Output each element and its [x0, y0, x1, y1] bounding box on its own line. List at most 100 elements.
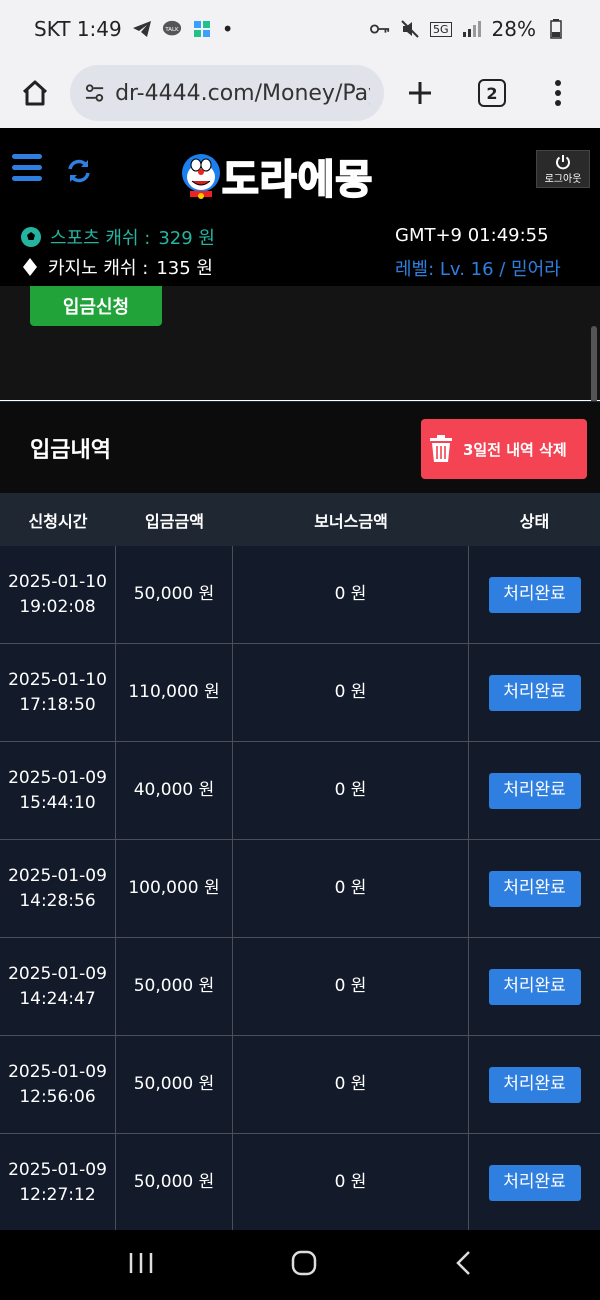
status-dot: •	[221, 17, 234, 41]
deposit-amount-cell: 40,000 원	[116, 742, 233, 839]
request-date: 2025-01-10	[8, 669, 107, 690]
bonus-amount-cell: 0 원	[233, 644, 469, 741]
svg-text:TALK: TALK	[164, 27, 179, 33]
tab-switcher-button[interactable]: 2	[456, 58, 528, 128]
status-badge[interactable]: 처리완료	[488, 772, 581, 809]
bonus-amount-cell: 0 원	[233, 1036, 469, 1133]
request-time-cell: 2025-01-09 14:28:56	[0, 840, 116, 937]
status-bar: SKT 1:49 TALK • 5G 28%	[0, 0, 600, 58]
request-time-cell: 2025-01-10 17:18:50	[0, 644, 116, 741]
soccer-ball-icon	[21, 227, 41, 247]
tab-count: 2	[478, 79, 506, 107]
back-button[interactable]	[454, 1250, 472, 1280]
table-row: 2025-01-09 14:28:56 100,000 원 0 원 처리완료	[0, 840, 600, 938]
request-time-cell: 2025-01-09 15:44:10	[0, 742, 116, 839]
request-date: 2025-01-09	[8, 1159, 107, 1180]
logout-label: 로그아웃	[544, 173, 582, 185]
signal-icon	[462, 19, 482, 39]
deposit-request-button[interactable]: 입금신청	[30, 286, 162, 326]
request-time: 12:27:12	[19, 1184, 96, 1205]
table-row: 2025-01-09 15:44:10 40,000 원 0 원 처리완료	[0, 742, 600, 840]
system-navigation-bar	[0, 1230, 600, 1300]
carrier-time: SKT 1:49	[34, 17, 122, 41]
status-badge[interactable]: 처리완료	[488, 1164, 581, 1201]
deposit-amount-cell: 50,000 원	[116, 546, 233, 643]
request-time: 19:02:08	[19, 596, 96, 617]
home-button[interactable]	[0, 58, 70, 128]
diamond-icon	[23, 258, 37, 276]
menu-icon[interactable]	[12, 154, 42, 184]
site-header: 도라에몽 로그아웃	[0, 128, 600, 220]
power-icon	[556, 154, 570, 169]
deposit-amount-cell: 50,000 원	[116, 938, 233, 1035]
bonus-amount-cell: 0 원	[233, 840, 469, 937]
column-request-time: 신청시간	[28, 511, 88, 531]
request-time: 14:28:56	[19, 890, 96, 911]
history-table-body: 2025-01-10 19:02:08 50,000 원 0 원 처리완료 202…	[0, 546, 600, 1232]
bonus-amount-cell: 0 원	[233, 938, 469, 1035]
request-time-cell: 2025-01-09 12:56:06	[0, 1036, 116, 1133]
browser-toolbar: dr-4444.com/Money/Pay 2	[0, 58, 600, 128]
home-nav-button[interactable]	[291, 1250, 317, 1280]
status-cell: 처리완료	[469, 742, 600, 839]
battery-percent: 28%	[491, 17, 536, 41]
site-settings-icon[interactable]	[84, 82, 105, 104]
network-label: 5G	[430, 21, 452, 37]
logo-text: 도라에몽	[221, 156, 374, 204]
deposit-amount-cell: 110,000 원	[116, 644, 233, 741]
status-cell: 처리완료	[469, 840, 600, 937]
table-row: 2025-01-09 14:24:47 50,000 원 0 원 처리완료	[0, 938, 600, 1036]
history-table-header: 신청시간 입금금액 보너스금액 상태	[0, 493, 600, 546]
request-date: 2025-01-10	[8, 571, 107, 592]
status-badge[interactable]: 처리완료	[488, 1066, 581, 1103]
request-date: 2025-01-09	[8, 865, 107, 886]
app-icon	[192, 19, 212, 39]
browser-menu-button[interactable]	[528, 58, 588, 128]
request-date: 2025-01-09	[8, 767, 107, 788]
battery-icon	[546, 19, 566, 39]
deposit-history-header: 입금내역 3일전 내역 삭제	[0, 401, 600, 493]
status-cell: 처리완료	[469, 546, 600, 643]
user-level: 레벨: Lv. 16 / 믿어라	[395, 259, 561, 280]
status-badge[interactable]: 처리완료	[488, 674, 581, 711]
account-info-bar: 스포츠 캐쉬 : 329 원 카지노 캐쉬 : 135 원 GMT+9 01:4…	[0, 220, 600, 286]
status-cell: 처리완료	[469, 1134, 600, 1231]
more-vert-icon	[555, 80, 561, 106]
bonus-amount-cell: 0 원	[233, 546, 469, 643]
table-row: 2025-01-09 12:56:06 50,000 원 0 원 처리완료	[0, 1036, 600, 1134]
delete-button-label: 3일전 내역 삭제	[463, 440, 567, 459]
site-logo[interactable]: 도라에몽	[180, 144, 420, 208]
casino-cash-value: 135 원	[156, 258, 213, 279]
table-row: 2025-01-10 19:02:08 50,000 원 0 원 처리완료	[0, 546, 600, 644]
refresh-icon[interactable]	[66, 158, 92, 188]
recents-icon	[130, 1253, 153, 1273]
request-time-cell: 2025-01-10 19:02:08	[0, 546, 116, 643]
server-time: GMT+9 01:49:55	[395, 225, 549, 246]
table-row: 2025-01-09 12:27:12 50,000 원 0 원 처리완료	[0, 1134, 600, 1232]
request-date: 2025-01-09	[8, 1061, 107, 1082]
status-badge[interactable]: 처리완료	[488, 576, 581, 613]
home-circle-icon	[291, 1250, 317, 1276]
delete-old-history-button[interactable]: 3일전 내역 삭제	[421, 419, 587, 479]
deposit-amount-cell: 50,000 원	[116, 1134, 233, 1231]
deposit-amount-cell: 100,000 원	[116, 840, 233, 937]
status-badge[interactable]: 처리완료	[488, 870, 581, 907]
request-time: 17:18:50	[19, 694, 96, 715]
sports-cash-value: 329 원	[158, 228, 215, 249]
request-date: 2025-01-09	[8, 963, 107, 984]
status-cell: 처리완료	[469, 644, 600, 741]
request-time: 15:44:10	[19, 792, 96, 813]
deposit-amount-cell: 50,000 원	[116, 1036, 233, 1133]
bonus-amount-cell: 0 원	[233, 1134, 469, 1231]
casino-cash-label: 카지노 캐쉬 :	[48, 258, 149, 279]
request-time-cell: 2025-01-09 14:24:47	[0, 938, 116, 1035]
trash-icon	[430, 435, 452, 462]
address-bar[interactable]: dr-4444.com/Money/Pay	[70, 65, 384, 121]
status-badge[interactable]: 처리완료	[488, 968, 581, 1005]
history-title: 입금내역	[30, 438, 111, 463]
url-text: dr-4444.com/Money/Pay	[115, 80, 370, 106]
new-tab-button[interactable]	[384, 58, 456, 128]
status-cell: 처리완료	[469, 1036, 600, 1133]
recents-button[interactable]	[128, 1251, 154, 1279]
logout-button[interactable]: 로그아웃	[536, 150, 590, 188]
